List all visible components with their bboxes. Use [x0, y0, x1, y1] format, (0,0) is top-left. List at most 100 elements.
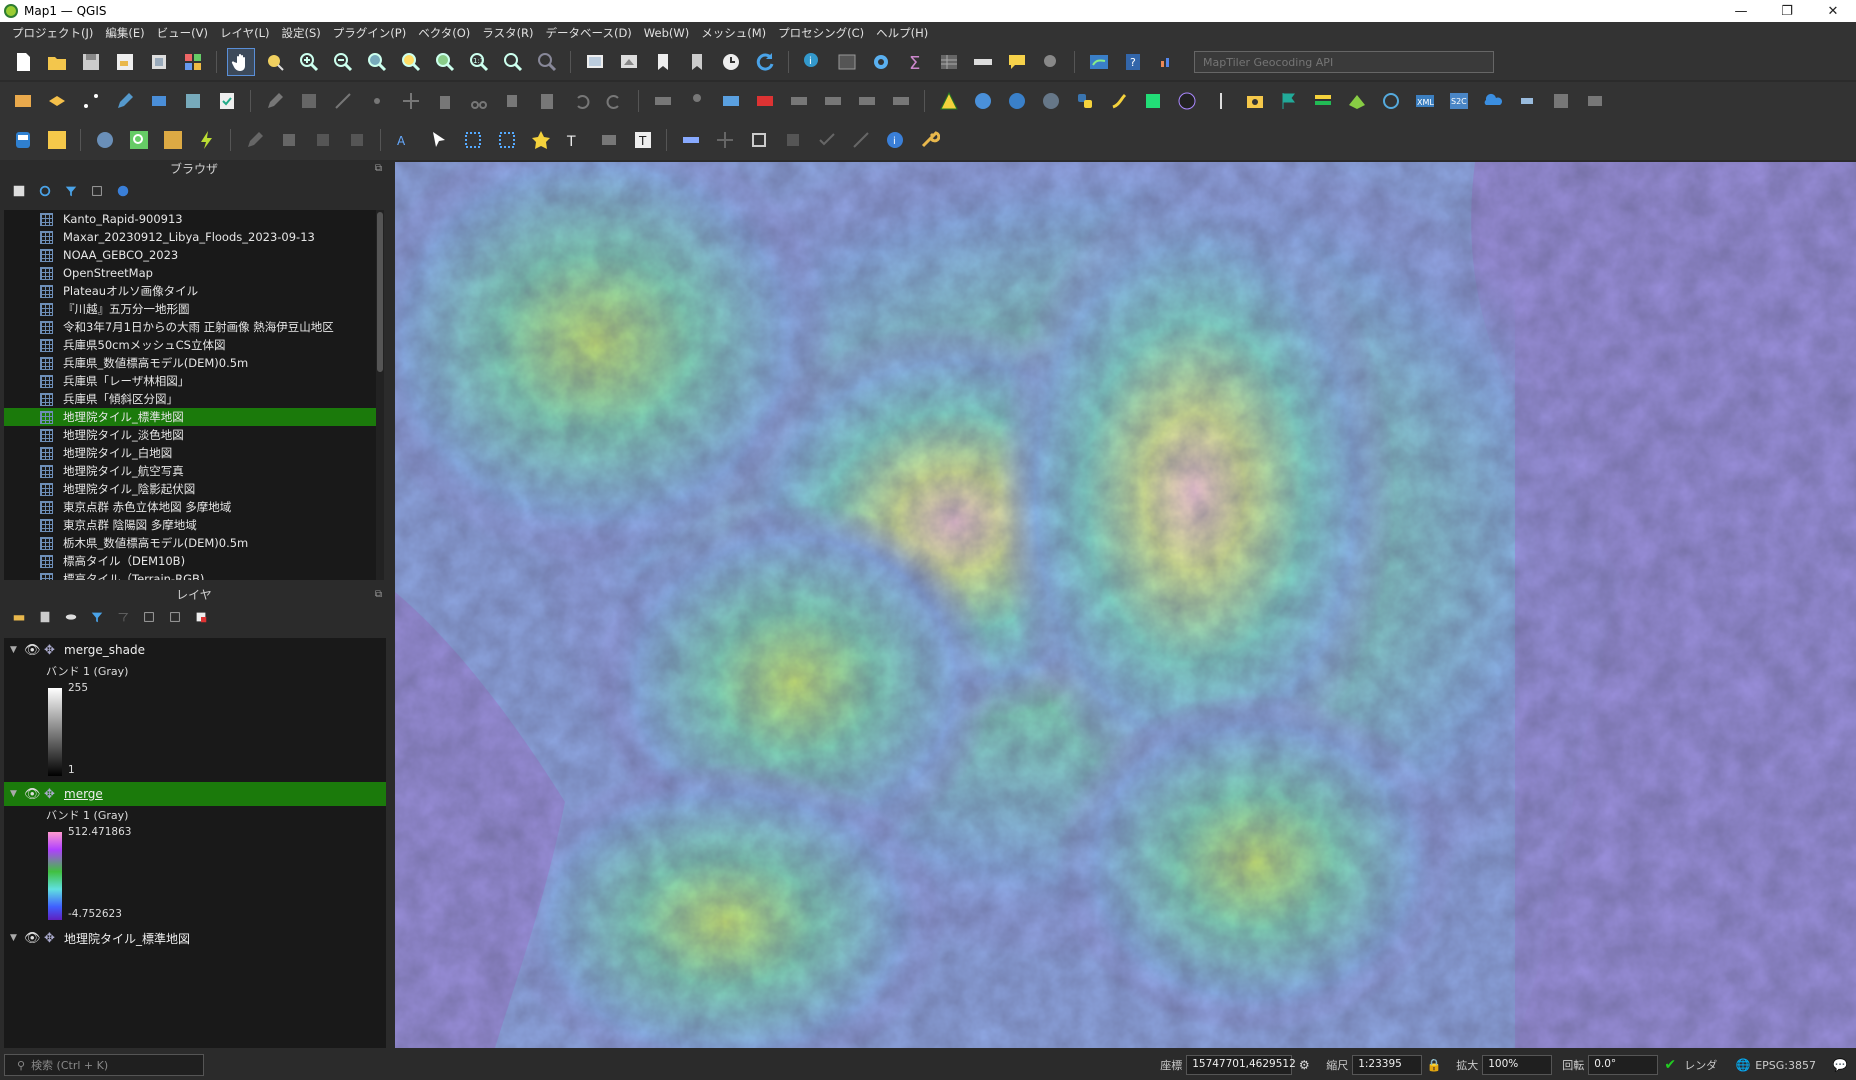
locator-search[interactable]: ⚲ 検索 (Ctrl + K) — [4, 1054, 204, 1076]
browser-item[interactable]: OpenStreetMap — [4, 264, 376, 282]
processing-history-button[interactable] — [1139, 87, 1167, 115]
expand-arrow-icon[interactable]: ▼ — [10, 645, 24, 655]
label-abc-red-button[interactable] — [751, 87, 779, 115]
browser-item[interactable]: 標高タイル（Terrain-RGB) — [4, 570, 376, 580]
expand-all-button[interactable] — [140, 608, 158, 626]
redo-button[interactable] — [601, 87, 629, 115]
attribute-table-button[interactable] — [833, 48, 861, 76]
quickmapservices-button[interactable] — [1173, 87, 1201, 115]
browser-item[interactable]: Plateauオルソ画像タイル — [4, 282, 376, 300]
panel-close-icon[interactable]: ⧉ — [375, 160, 382, 178]
python-console-button[interactable] — [1071, 87, 1099, 115]
xml-plugin-button[interactable]: XML — [1411, 87, 1439, 115]
new-project-button[interactable] — [9, 48, 37, 76]
crs-globe-icon[interactable]: 🌐 — [1735, 1057, 1751, 1073]
wms-plugin-button[interactable] — [969, 87, 997, 115]
visibility-eye-icon[interactable]: 👁 — [24, 787, 44, 802]
zoom-next-button[interactable] — [533, 48, 561, 76]
remove-layer-button[interactable] — [192, 608, 210, 626]
screenshot-button[interactable] — [1241, 87, 1269, 115]
browser-tree[interactable]: Kanto_Rapid-900913 Maxar_20230912_Libya_… — [4, 210, 376, 580]
menu-mesh[interactable]: メッシュ(M) — [695, 25, 772, 41]
invert-selection-button[interactable] — [493, 126, 521, 154]
flag-plugin-button[interactable] — [1275, 87, 1303, 115]
info-button[interactable]: i — [881, 126, 909, 154]
lightning-plugin-button[interactable] — [193, 126, 221, 154]
trace-button[interactable] — [847, 126, 875, 154]
reshape-button[interactable] — [343, 126, 371, 154]
metasearch-button[interactable] — [1037, 87, 1065, 115]
expand-arrow-icon[interactable]: ▼ — [10, 789, 24, 799]
layout-manager-button[interactable] — [145, 48, 173, 76]
menu-vector[interactable]: ベクタ(O) — [412, 25, 476, 41]
offset-button[interactable] — [779, 126, 807, 154]
vertex-tool-button[interactable] — [363, 87, 391, 115]
map-tips-button[interactable] — [1003, 48, 1031, 76]
browser-item[interactable]: NOAA_GEBCO_2023 — [4, 246, 376, 264]
zoom-native-button[interactable]: 1:1 — [465, 48, 493, 76]
browser-item[interactable]: 標高タイル（DEM10B) — [4, 552, 376, 570]
move-feature-button[interactable] — [397, 87, 425, 115]
style-button[interactable] — [10, 608, 28, 626]
filter-legend-button[interactable] — [88, 608, 106, 626]
rotation-spinbox[interactable]: 0.0° — [1588, 1055, 1659, 1075]
identify-features-button[interactable]: i — [799, 48, 827, 76]
new-map-view-button[interactable] — [581, 48, 609, 76]
dem-plugin-button[interactable] — [935, 87, 963, 115]
delete-feature-button[interactable] — [431, 87, 459, 115]
magnifier-spinbox[interactable]: 100% — [1482, 1055, 1553, 1075]
html-annotation-button[interactable] — [595, 126, 623, 154]
wfs-plugin-button[interactable] — [1003, 87, 1031, 115]
select-feature-button[interactable] — [425, 126, 453, 154]
processing-toolbox-button[interactable] — [867, 48, 895, 76]
layer-row-merge[interactable]: ▼ 👁 ✥ merge — [4, 782, 386, 806]
select-all-button[interactable] — [459, 126, 487, 154]
add-raster-button[interactable] — [145, 87, 173, 115]
graphical-modeler-button[interactable] — [1105, 87, 1133, 115]
menu-view[interactable]: ビュー(V) — [151, 25, 214, 41]
stack-plugin-button[interactable] — [1309, 87, 1337, 115]
menu-project[interactable]: プロジェクト(J) — [6, 25, 99, 41]
menu-raster[interactable]: ラスタ(R) — [476, 25, 539, 41]
undo-button[interactable] — [567, 87, 595, 115]
save-edits-button[interactable] — [295, 87, 323, 115]
zoom-in-button[interactable] — [295, 48, 323, 76]
locator-button[interactable] — [1037, 48, 1065, 76]
menu-edit[interactable]: 編集(E) — [99, 25, 150, 41]
browser-item[interactable]: 兵庫県50cmメッシュCS立体図 — [4, 336, 376, 354]
add-mesh-button[interactable] — [179, 87, 207, 115]
scrollbar-thumb[interactable] — [377, 212, 383, 372]
vector-check-button[interactable] — [813, 126, 841, 154]
advanced-digitize-button[interactable] — [241, 126, 269, 154]
browser-item[interactable]: 令和3年7月1日からの大雨 正射画像 熱海伊豆山地区 — [4, 318, 376, 336]
panel-close-icon[interactable]: ⧉ — [375, 586, 382, 604]
expand-arrow-icon[interactable]: ▼ — [10, 933, 24, 943]
search-layer-button[interactable] — [125, 126, 153, 154]
data-source-manager-button[interactable] — [9, 87, 37, 115]
save-project-button[interactable] — [77, 48, 105, 76]
select-by-expression-button[interactable]: A — [391, 126, 419, 154]
browser-item[interactable]: 兵庫県_数値標高モデル(DEM)0.5m — [4, 354, 376, 372]
copy-button[interactable] — [499, 87, 527, 115]
visibility-eye-icon[interactable]: 👁 — [24, 931, 44, 946]
print-layout-button[interactable] — [111, 48, 139, 76]
mouse-coordinate-icon[interactable]: ⚙ — [1296, 1057, 1312, 1073]
plugin-cloud-button[interactable] — [1479, 87, 1507, 115]
coordinate-field[interactable]: 15747701,4629512 — [1186, 1055, 1296, 1075]
add-group-button[interactable] — [36, 608, 54, 626]
new-bookmark-button[interactable] — [649, 48, 677, 76]
open-project-button[interactable] — [43, 48, 71, 76]
show-bookmarks-button[interactable] — [683, 48, 711, 76]
browser-item[interactable]: Kanto_Rapid-900913 — [4, 210, 376, 228]
browser-item[interactable]: 地理院タイル_白地図 — [4, 444, 376, 462]
tile-plugin-button[interactable] — [159, 126, 187, 154]
browser-filter-button[interactable] — [62, 182, 80, 200]
temporal-controller-button[interactable] — [717, 48, 745, 76]
split-feature-button[interactable] — [309, 126, 337, 154]
layout-extra2-button[interactable] — [1581, 87, 1609, 115]
zoom-full-button[interactable] — [363, 48, 391, 76]
browser-item[interactable]: 栃木県_数値標高モデル(DEM)0.5m — [4, 534, 376, 552]
style-manager-button[interactable] — [179, 48, 207, 76]
visibility-eye-icon[interactable]: 👁 — [24, 643, 44, 658]
favorite-button[interactable] — [527, 126, 555, 154]
